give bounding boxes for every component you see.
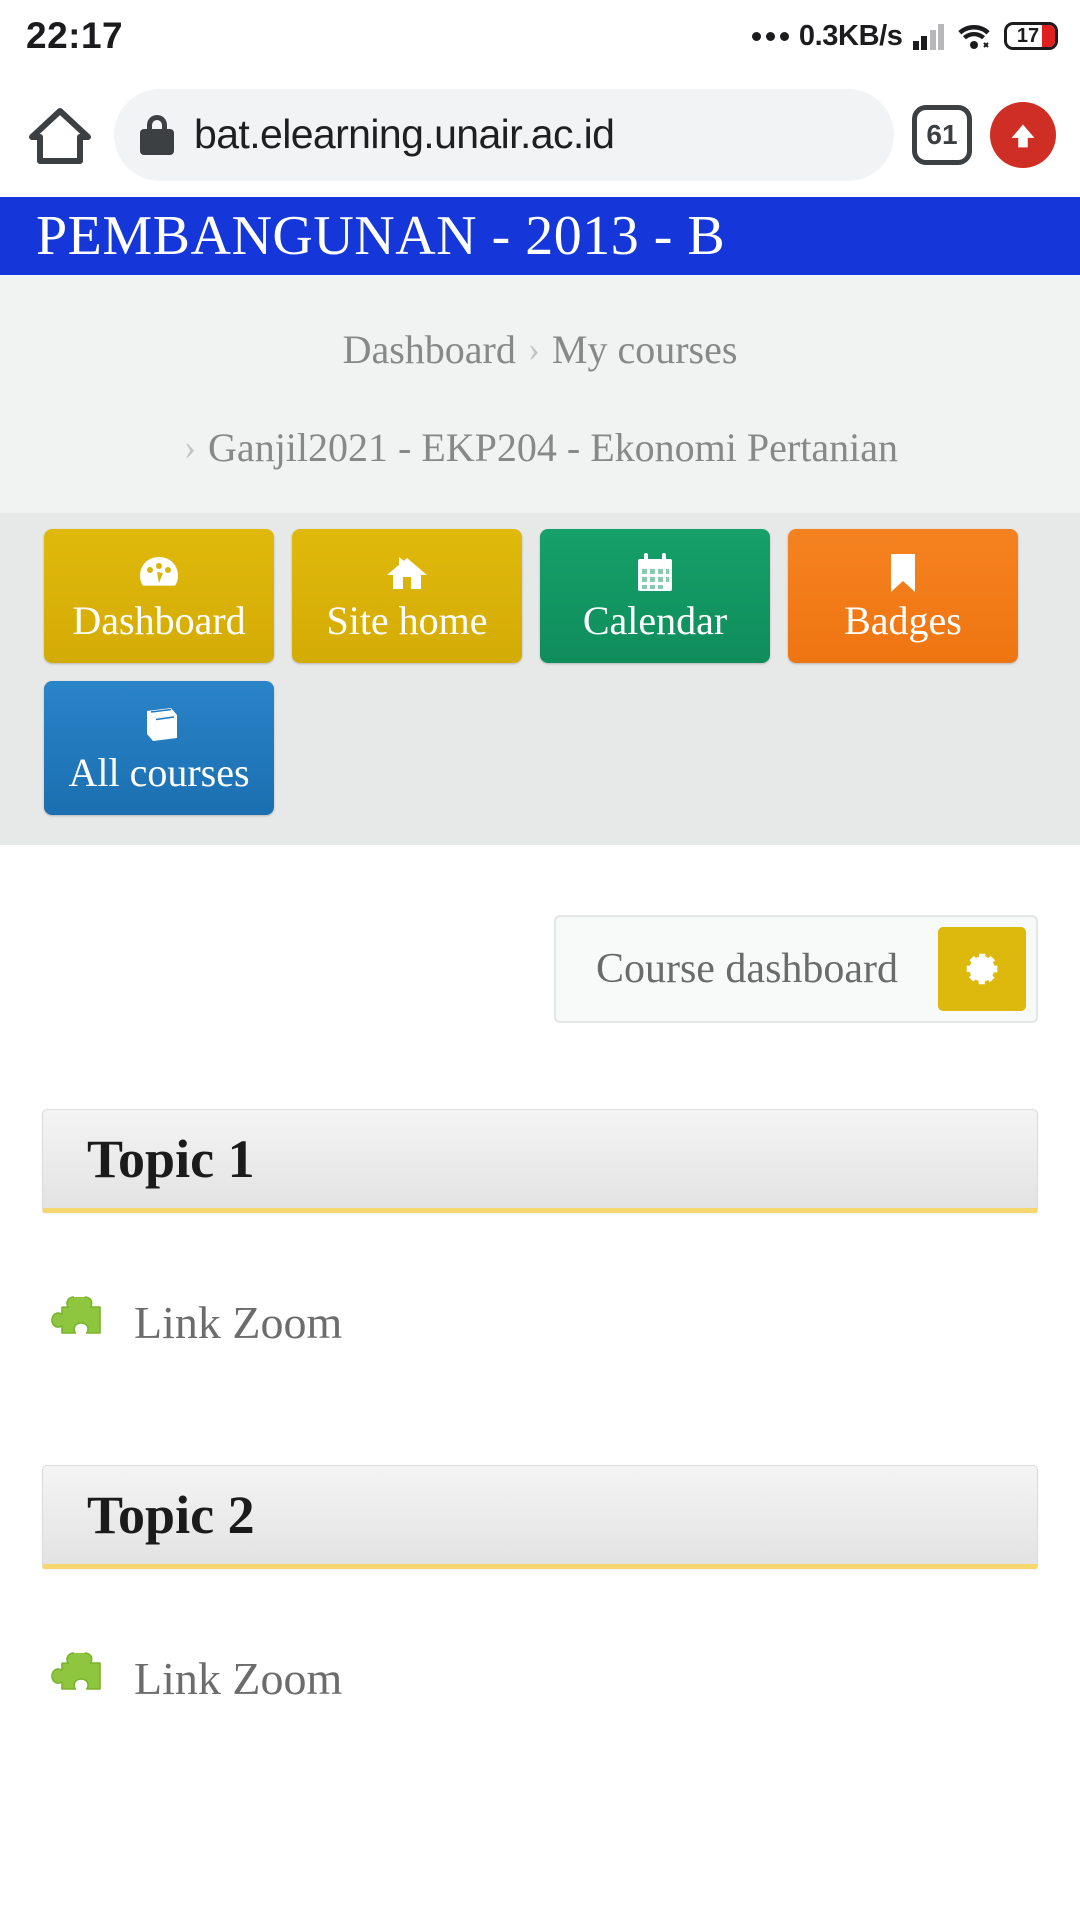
- topic-list: Topic 1 Link Zoom Topic 2 Link Zoom: [0, 1109, 1080, 1709]
- nav-button-badges[interactable]: Badges: [788, 529, 1018, 663]
- puzzle-piece-icon: [48, 1649, 108, 1709]
- nav-button-all-courses[interactable]: All courses: [44, 681, 274, 815]
- signal-bars-icon: [912, 23, 944, 50]
- topic-section: Topic 2 Link Zoom: [0, 1465, 1080, 1709]
- breadcrumb-row-1: Dashboard › My courses: [0, 319, 1080, 381]
- course-dashboard-row: Course dashboard: [0, 915, 1080, 1023]
- bookmark-icon: [888, 551, 918, 595]
- address-bar[interactable]: bat.elearning.unair.ac.id: [114, 88, 894, 181]
- topic-title: Topic 2: [87, 1485, 255, 1545]
- nav-button-site-home[interactable]: Site home: [292, 529, 522, 663]
- nav-button-label: Dashboard: [72, 598, 246, 643]
- puzzle-piece-icon: [48, 1293, 108, 1353]
- url-text: bat.elearning.unair.ac.id: [194, 111, 615, 157]
- home-icon[interactable]: [24, 99, 96, 171]
- quick-nav-row-1: Dashboard Site home Calendar Badges: [44, 529, 1080, 663]
- breadcrumb-item-course[interactable]: Ganjil2021 - EKP204 - Ekonomi Pertanian: [208, 417, 898, 479]
- nav-button-dashboard[interactable]: Dashboard: [44, 529, 274, 663]
- nav-button-calendar[interactable]: Calendar: [540, 529, 770, 663]
- nav-button-label: Badges: [844, 598, 962, 643]
- topic-section: Topic 1 Link Zoom: [0, 1109, 1080, 1353]
- nav-button-label: All courses: [68, 750, 250, 795]
- status-bar: 22:17 0.3KB/s 17: [0, 0, 1080, 72]
- chevron-right-icon: ›: [527, 329, 540, 370]
- activity-item[interactable]: Link Zoom: [0, 1649, 1080, 1709]
- quick-nav-row-2: All courses: [44, 681, 1080, 815]
- course-dashboard-label: Course dashboard: [595, 946, 899, 992]
- lock-icon: [140, 114, 174, 155]
- battery-icon: 17: [1004, 22, 1058, 50]
- topic-title: Topic 1: [87, 1129, 255, 1189]
- breadcrumb-item-my-courses[interactable]: My courses: [552, 319, 738, 381]
- upload-arrow-icon[interactable]: [990, 101, 1056, 168]
- breadcrumb-row-2: › Ganjil2021 - EKP204 - Ekonomi Pertania…: [0, 417, 1080, 479]
- breadcrumb-item-dashboard[interactable]: Dashboard: [343, 319, 516, 381]
- wifi-icon: [956, 22, 992, 50]
- battery-level-label: 17: [1016, 25, 1040, 47]
- status-indicators: 0.3KB/s 17: [751, 19, 1058, 53]
- activity-item[interactable]: Link Zoom: [0, 1293, 1080, 1353]
- nav-button-label: Site home: [326, 598, 488, 643]
- activity-label: Link Zoom: [134, 1297, 343, 1348]
- topic-header[interactable]: Topic 2: [42, 1465, 1038, 1569]
- page-title: PEMBANGUNAN - 2013 - B: [36, 205, 726, 267]
- network-speed-label: 0.3KB/s: [798, 19, 903, 52]
- tachometer-icon: [137, 551, 181, 595]
- calendar-icon: [635, 551, 675, 595]
- topic-header[interactable]: Topic 1: [42, 1109, 1038, 1213]
- course-title-banner: PEMBANGUNAN - 2013 - B: [0, 197, 1080, 275]
- status-time: 22:17: [26, 15, 124, 56]
- quick-nav-buttons: Dashboard Site home Calendar Badges All …: [0, 513, 1080, 845]
- battery-low-fill: [1042, 25, 1055, 47]
- breadcrumb: Dashboard › My courses › Ganjil2021 - EK…: [0, 275, 1080, 513]
- activity-label: Link Zoom: [134, 1653, 343, 1704]
- course-dashboard-selector[interactable]: Course dashboard: [554, 915, 1038, 1023]
- home-icon: [385, 551, 429, 595]
- gear-icon[interactable]: [938, 927, 1026, 1011]
- nav-button-label: Calendar: [582, 598, 728, 643]
- more-dots-icon: [751, 31, 789, 41]
- tab-counter-button[interactable]: 61: [912, 104, 972, 165]
- book-icon: [137, 703, 181, 747]
- browser-toolbar: bat.elearning.unair.ac.id 61: [0, 72, 1080, 197]
- course-content: Course dashboard Topic 1 Link Zoom Topic…: [0, 845, 1080, 1709]
- chevron-right-icon: ›: [184, 427, 197, 468]
